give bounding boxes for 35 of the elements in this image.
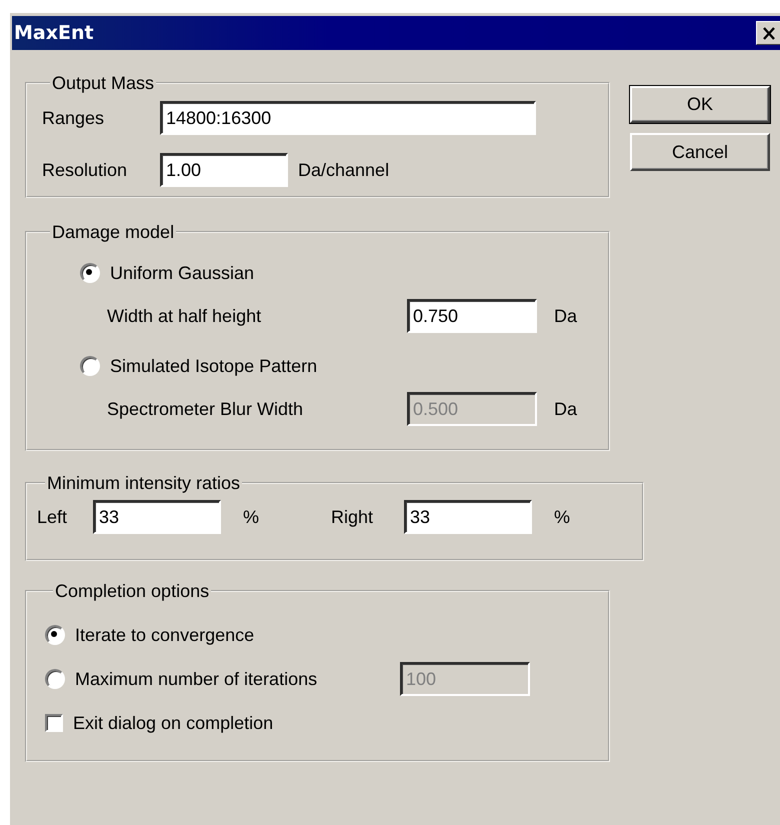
unit-label: %: [243, 506, 260, 528]
radio-button[interactable]: [80, 356, 100, 376]
close-icon: [762, 26, 776, 40]
radio-button[interactable]: [45, 625, 65, 645]
radio-label[interactable]: Uniform Gaussian: [110, 262, 254, 284]
group-title: Completion options: [55, 581, 210, 601]
field-label: Resolution: [42, 160, 128, 180]
checkbox-label[interactable]: Exit dialog on completion: [73, 712, 274, 734]
unit-label: Da: [554, 306, 578, 326]
field-label: Ranges: [42, 108, 106, 128]
field-label: Right: [331, 506, 374, 528]
unit-label: Da/channel: [298, 160, 390, 180]
ratio-field[interactable]: 33: [404, 500, 532, 534]
checkbox[interactable]: [45, 714, 63, 732]
close-button[interactable]: [756, 21, 780, 45]
radio-label[interactable]: Iterate to convergence: [75, 624, 400, 646]
group-title: Minimum intensity ratios: [47, 473, 240, 493]
dialog-button[interactable]: OK: [630, 86, 770, 123]
unit-label: %: [554, 506, 572, 528]
dialog-button[interactable]: Cancel: [630, 133, 770, 171]
field-label: Left: [37, 506, 68, 528]
group-title: Damage model: [52, 222, 174, 242]
radio-label[interactable]: Simulated Isotope Pattern: [110, 356, 318, 376]
radio-button[interactable]: [80, 263, 100, 283]
unit-label: Da: [554, 398, 578, 420]
field-label: Spectrometer Blur Width: [107, 398, 304, 420]
value-field[interactable]: 0.750: [407, 299, 537, 333]
radio-button[interactable]: [45, 669, 65, 689]
resolution-field[interactable]: 1.00: [160, 153, 288, 187]
group-title: Output Mass: [52, 73, 154, 93]
ranges-field[interactable]: 14800:16300: [160, 101, 536, 135]
ratio-field[interactable]: 33: [93, 500, 221, 534]
radio-label[interactable]: Maximum number of iterations: [75, 668, 400, 690]
field-label: Width at half height: [107, 306, 262, 326]
window-title: MaxEnt: [13, 22, 94, 44]
